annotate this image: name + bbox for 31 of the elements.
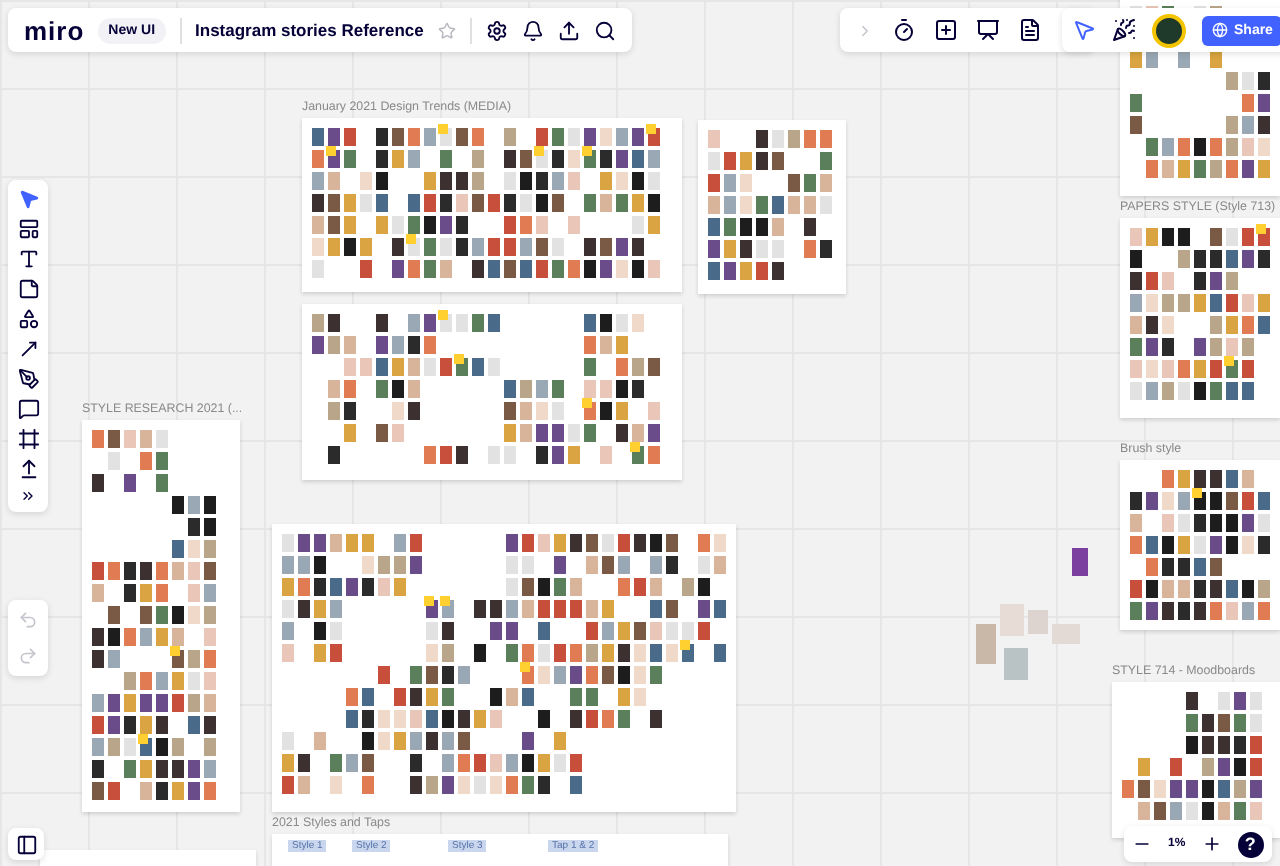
shapes-tool-icon[interactable] (17, 308, 39, 330)
board-title[interactable]: Instagram stories Reference (195, 20, 424, 40)
templates-tool-icon[interactable] (17, 218, 39, 240)
add-card-icon[interactable] (934, 18, 958, 42)
presentation-icon[interactable] (976, 18, 1000, 42)
document-icon[interactable] (1018, 18, 1042, 42)
frame-tool-icon[interactable] (17, 428, 39, 450)
more-tool-icon[interactable] (20, 488, 36, 504)
help-button[interactable]: ? (1237, 831, 1264, 857)
star-icon[interactable] (437, 21, 456, 39)
settings-icon[interactable] (485, 19, 508, 41)
search-icon[interactable] (593, 19, 616, 41)
text-tool-icon[interactable] (17, 248, 39, 270)
party-popper-icon[interactable] (1112, 18, 1136, 42)
zoom-in-icon[interactable] (1201, 834, 1222, 854)
board-canvas[interactable] (0, 0, 1280, 866)
globe-icon (1212, 22, 1228, 38)
line-tool-icon[interactable] (17, 338, 39, 360)
select-tool-icon[interactable] (17, 188, 39, 210)
pen-tool-icon[interactable] (17, 368, 39, 390)
bell-icon[interactable] (521, 19, 544, 41)
upload-tool-icon[interactable] (17, 458, 39, 480)
timer-icon[interactable] (892, 18, 916, 42)
upload-icon[interactable] (557, 19, 580, 41)
user-avatar[interactable] (1152, 13, 1186, 47)
scattered-photos-drawing (972, 544, 1092, 684)
app-logo[interactable]: miro (24, 15, 85, 45)
comment-tool-icon[interactable] (17, 398, 39, 420)
panel-toggle-button[interactable] (8, 828, 44, 860)
sticky-tool-icon[interactable] (17, 278, 39, 300)
cursor-icon[interactable] (1072, 18, 1096, 42)
